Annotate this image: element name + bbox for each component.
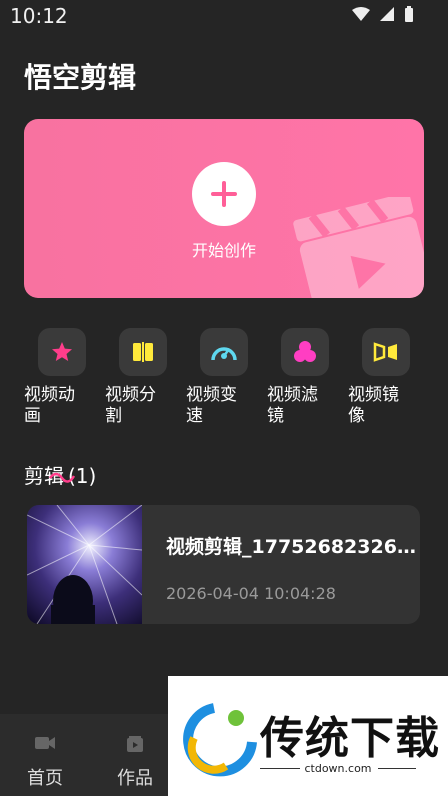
watermark-text: 传统下载 xyxy=(260,713,440,764)
status-time: 10:12 xyxy=(10,4,68,28)
project-name: 视频剪辑_17752682326... xyxy=(166,536,416,558)
star-icon xyxy=(52,342,72,361)
tool-label: 视频滤镜 xyxy=(267,385,318,426)
tool-tile xyxy=(38,328,86,376)
watermark-logo xyxy=(183,703,257,777)
tool-label: 视频镜像 xyxy=(348,385,399,426)
project-thumbnail xyxy=(27,505,142,624)
tool-label: 视频动画 xyxy=(24,385,75,426)
clapperboard-icon xyxy=(293,197,424,298)
wifi-icon xyxy=(352,7,370,21)
nav-label: 作品 xyxy=(117,768,153,789)
projects-section-title: 剪辑 (1) xyxy=(24,460,96,489)
plus-icon xyxy=(211,181,237,207)
camera-icon xyxy=(35,737,55,749)
squiggle-icon xyxy=(49,472,76,483)
add-button[interactable] xyxy=(192,162,256,226)
tool-tile xyxy=(200,328,248,376)
watermark: 传统下载 ctdown.com xyxy=(168,676,448,796)
tool-video-mirror[interactable]: 视频镜像 xyxy=(348,328,410,427)
watermark-url: ctdown.com xyxy=(304,762,372,775)
tool-tile xyxy=(362,328,410,376)
tool-tile xyxy=(119,328,167,376)
start-create-card[interactable]: 开始创作 xyxy=(24,119,424,298)
tool-video-filter[interactable]: 视频滤镜 xyxy=(267,328,329,427)
project-date: 2026-04-04 10:04:28 xyxy=(166,584,336,603)
nav-home[interactable]: 首页 xyxy=(0,714,90,790)
tool-video-split[interactable]: 视频分割 xyxy=(105,328,167,427)
tool-video-animation[interactable]: 视频动画 xyxy=(24,328,86,427)
tool-label: 视频变速 xyxy=(186,385,237,426)
split-icon xyxy=(133,342,153,362)
tool-video-speed[interactable]: 视频变速 xyxy=(186,328,248,427)
tool-tile xyxy=(281,328,329,376)
tools-grid: 视频动画 视频分割 视频变速 视频滤镜 视频镜像 xyxy=(24,328,424,438)
project-card[interactable]: 视频剪辑_17752682326... 2026-04-04 10:04:28 xyxy=(27,505,420,624)
signal-icon xyxy=(380,7,394,21)
works-icon xyxy=(127,736,143,752)
tool-label: 视频分割 xyxy=(105,385,156,426)
status-icons xyxy=(352,6,414,22)
nav-works[interactable]: 作品 xyxy=(90,714,180,790)
nav-label: 首页 xyxy=(27,768,63,789)
battery-icon xyxy=(405,6,413,22)
app-title: 悟空剪辑 xyxy=(24,61,137,94)
status-bar: 10:12 xyxy=(0,0,448,32)
speedometer-icon xyxy=(211,347,237,361)
mirror-icon xyxy=(373,342,397,362)
filter-icon xyxy=(294,341,316,362)
